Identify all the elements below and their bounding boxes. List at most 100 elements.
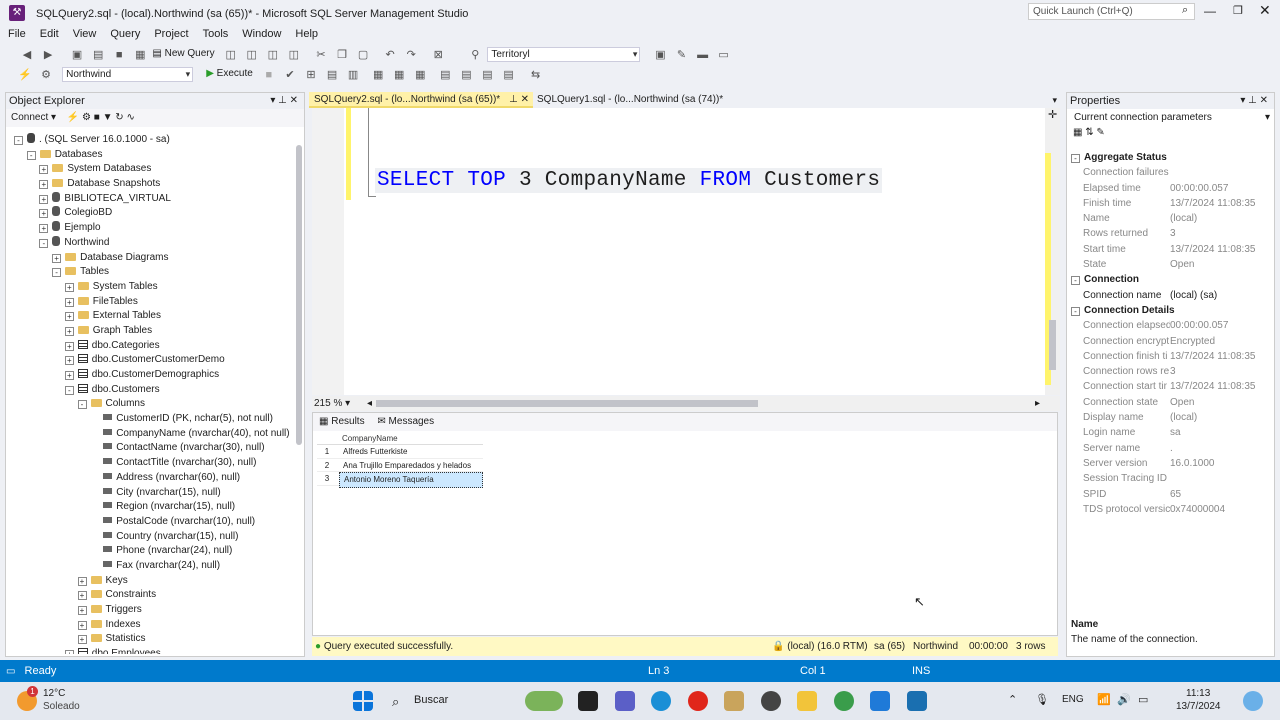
undo-icon[interactable]: ↶ xyxy=(383,48,397,62)
notepad-icon[interactable] xyxy=(907,691,927,711)
clock-date[interactable]: 13/7/2024 xyxy=(1176,701,1221,712)
property-row[interactable]: Rows returned 3 xyxy=(1071,226,1273,241)
opera-icon[interactable] xyxy=(688,691,708,711)
new-query-button[interactable]: ▤ New Query xyxy=(152,48,214,59)
expand-icon[interactable]: + xyxy=(39,194,49,204)
tree-node[interactable]: + FileTables xyxy=(10,295,292,310)
expand-icon[interactable]: + xyxy=(64,650,74,654)
indent-icon[interactable]: ▤ xyxy=(481,68,495,82)
properties-controls[interactable]: ▾ ⊥ ✕ xyxy=(1240,93,1268,109)
language-indicator[interactable]: ENG xyxy=(1062,694,1084,705)
query-icon-4[interactable]: ◫ xyxy=(287,48,301,62)
panel-controls[interactable]: ▾ ⊥ ✕ xyxy=(270,93,298,109)
collapse-icon[interactable]: - xyxy=(1071,276,1080,286)
search-icon[interactable]: ⌕ xyxy=(392,694,399,710)
expand-icon[interactable]: + xyxy=(64,312,74,322)
outdent-icon[interactable]: ▤ xyxy=(502,68,516,82)
sql-editor[interactable]: SELECT TOP 3 CompanyName FROM Customers xyxy=(312,108,1045,395)
tree-node[interactable]: - Columns xyxy=(10,397,292,412)
property-row[interactable]: Connection start tir 13/7/2024 11:08:35 xyxy=(1071,379,1273,394)
tree-node[interactable]: + Statistics xyxy=(10,632,292,647)
taskbar-search[interactable]: Buscar xyxy=(414,694,448,706)
tree-node[interactable]: Phone (nvarchar(24), null) xyxy=(10,544,292,559)
expand-icon[interactable]: + xyxy=(39,180,49,190)
oe-toolbar-icons[interactable]: ⚡ ⚙ ■ ▼ ↻ ∿ xyxy=(67,112,135,123)
cell-companyname[interactable]: Antonio Moreno Taquería xyxy=(339,472,483,488)
file-explorer-icon[interactable] xyxy=(797,691,817,711)
tree-node[interactable]: - Tables xyxy=(10,265,292,280)
tree-node[interactable]: CustomerID (PK, nchar(5), not null) xyxy=(10,412,292,427)
widgets-icon[interactable] xyxy=(525,691,563,711)
collapse-icon[interactable]: - xyxy=(1071,306,1080,316)
collapse-icon[interactable]: - xyxy=(39,238,49,248)
maximize-button[interactable]: ❐ xyxy=(1233,4,1243,17)
minimize-button[interactable]: — xyxy=(1204,4,1216,18)
connect-button[interactable]: Connect xyxy=(11,112,48,123)
results-grid[interactable]: CompanyName 1 Alfreds Futterkiste 2 Ana Tru… xyxy=(317,433,483,488)
battery-icon[interactable]: ▭ xyxy=(1138,693,1148,706)
table-row[interactable]: 1 Alfreds Futterkiste xyxy=(317,445,483,459)
oe-scrollbar[interactable] xyxy=(296,145,302,445)
properties-selector[interactable]: Current connection parameters ▾ xyxy=(1067,109,1274,127)
property-row[interactable]: SPID 65 xyxy=(1071,487,1273,502)
chevron-up-icon[interactable]: ⌃ xyxy=(1008,693,1017,706)
property-row[interactable]: Connection encryptEncrypted xyxy=(1071,334,1273,349)
tree-node[interactable]: + System Tables xyxy=(10,280,292,295)
tab-results[interactable]: ▦ Results xyxy=(319,416,365,427)
zoom-select[interactable]: 215 % ▾ xyxy=(314,398,350,409)
property-row[interactable]: Login name sa xyxy=(1071,425,1273,440)
scroll-right-icon[interactable]: ▸ xyxy=(1035,396,1040,411)
options-icon[interactable]: ▭ xyxy=(717,48,731,62)
copy-icon[interactable]: ❐ xyxy=(335,48,349,62)
menu-item-view[interactable]: View xyxy=(66,27,104,42)
editor-vscrollbar[interactable]: ✛ xyxy=(1045,108,1060,395)
sql-statement[interactable]: SELECT TOP 3 CompanyName FROM Customers xyxy=(375,168,883,193)
property-row[interactable]: State Open xyxy=(1071,257,1273,272)
tab-sqlquery2[interactable]: SQLQuery2.sql - (lo...Northwind (sa (65)… xyxy=(309,92,533,108)
open-file-icon[interactable]: ▤ xyxy=(91,48,105,62)
tree-node[interactable]: + dbo.CustomerDemographics xyxy=(10,368,292,383)
tree-node[interactable]: + ColegioBD xyxy=(10,206,292,221)
tree-node[interactable]: + External Tables xyxy=(10,309,292,324)
tree-node[interactable]: City (nvarchar(15), null) xyxy=(10,486,292,501)
expand-icon[interactable]: + xyxy=(39,209,49,219)
tree-node[interactable]: + Indexes xyxy=(10,618,292,633)
quick-launch-input[interactable]: Quick Launch (Ctrl+Q) xyxy=(1028,3,1195,20)
table-row[interactable]: 3 Antonio Moreno Taquería xyxy=(317,472,483,488)
expand-icon[interactable]: + xyxy=(52,253,62,263)
copilot-icon[interactable] xyxy=(1243,691,1263,711)
expand-icon[interactable]: + xyxy=(64,341,74,351)
uncomment-icon[interactable]: ▤ xyxy=(459,68,473,82)
expand-icon[interactable]: + xyxy=(39,165,49,175)
intellisense-icon[interactable]: ▥ xyxy=(346,68,360,82)
vscode-icon[interactable] xyxy=(870,691,890,711)
property-row[interactable]: Connection failures xyxy=(1071,165,1273,180)
property-row[interactable]: Server name. xyxy=(1071,441,1273,456)
menu-item-tools[interactable]: Tools xyxy=(196,27,236,42)
menu-item-edit[interactable]: Edit xyxy=(33,27,66,42)
property-section[interactable]: - Connection xyxy=(1071,272,1273,287)
menu-item-query[interactable]: Query xyxy=(103,27,147,42)
wifi-icon[interactable]: 📶 xyxy=(1097,693,1111,706)
teams-icon[interactable] xyxy=(615,691,635,711)
tree-node[interactable]: + Constraints xyxy=(10,588,292,603)
windows-start-icon[interactable] xyxy=(353,691,373,711)
results-grid-icon[interactable]: ▦ xyxy=(392,68,406,82)
tree-node[interactable]: + Triggers xyxy=(10,603,292,618)
clock-time[interactable]: 11:13 xyxy=(1186,688,1210,699)
property-row[interactable]: Connection finish ti 13/7/2024 11:08:35 xyxy=(1071,349,1273,364)
tree-node[interactable]: - dbo.Customers xyxy=(10,383,292,398)
expand-icon[interactable]: + xyxy=(64,282,74,292)
connect-icon[interactable]: ⚡ xyxy=(18,68,32,82)
collapse-icon[interactable]: - xyxy=(14,136,23,145)
tree-node[interactable]: ContactName (nvarchar(30), null) xyxy=(10,441,292,456)
tree-node[interactable]: + dbo.CustomerCustomerDemo xyxy=(10,353,292,368)
property-row[interactable]: Start time 13/7/2024 11:08:35 xyxy=(1071,242,1273,257)
tree-node[interactable]: PostalCode (nvarchar(10), null) xyxy=(10,515,292,530)
grid-column-header[interactable]: CompanyName xyxy=(317,433,483,445)
tree-node[interactable]: - . (SQL Server 16.0.1000 - sa) xyxy=(10,133,292,148)
tree-node[interactable]: Address (nvarchar(60), null) xyxy=(10,471,292,486)
task-view-icon[interactable] xyxy=(578,691,598,711)
tree-node[interactable]: + System Databases xyxy=(10,162,292,177)
property-row[interactable]: Connection name (local) (sa) xyxy=(1071,288,1273,303)
